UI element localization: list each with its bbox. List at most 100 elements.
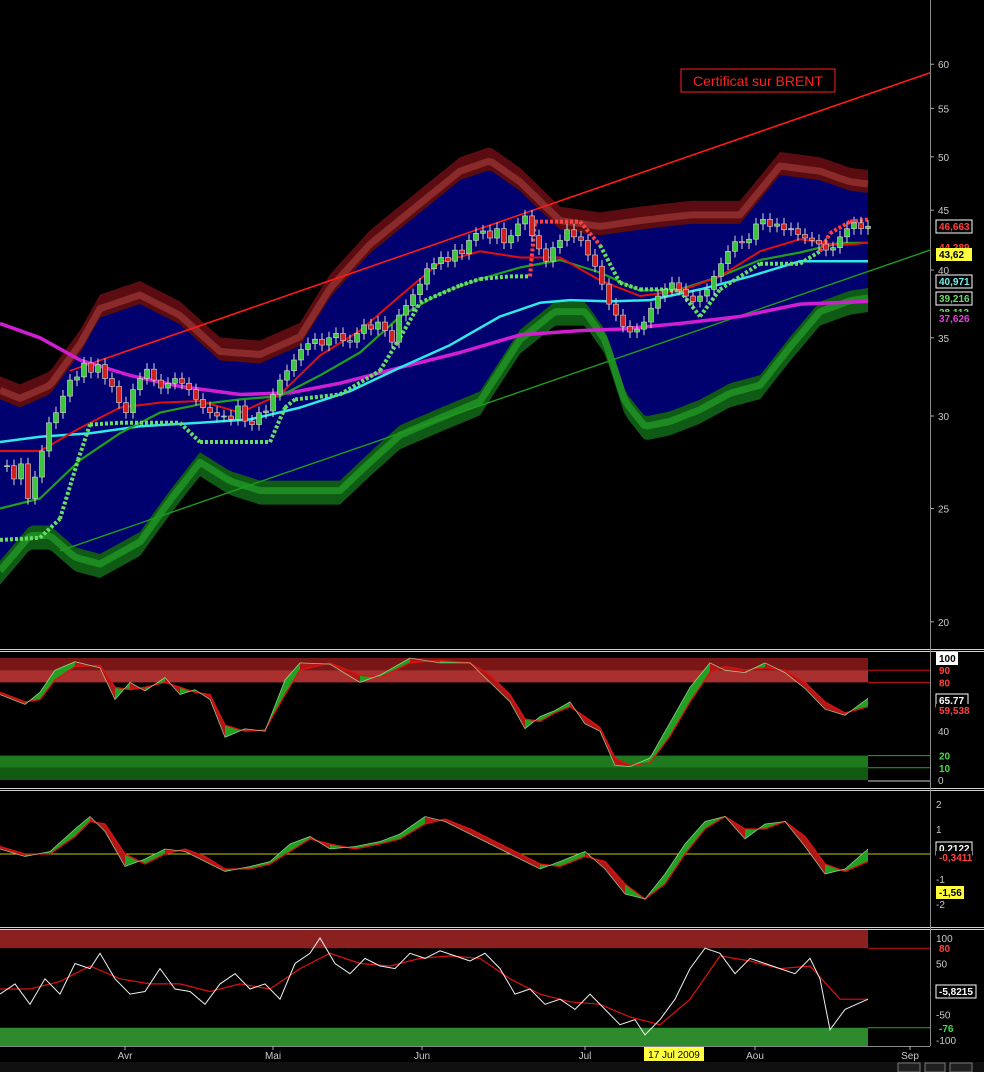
value-tag-label: 10: [939, 764, 951, 775]
candle-body: [179, 378, 185, 384]
candle-body: [522, 215, 528, 225]
x-tick-label: Jun: [414, 1051, 430, 1062]
candle-body: [634, 328, 640, 333]
candle-body: [263, 410, 269, 413]
candle-body: [466, 240, 472, 255]
candle-body: [431, 263, 437, 270]
value-tag-label: 90: [939, 666, 951, 677]
candle-body: [669, 282, 675, 290]
candle-body: [718, 263, 724, 277]
oversold-zone: [0, 755, 868, 768]
candle-body: [298, 349, 304, 361]
candle-body: [620, 314, 626, 327]
candle-body: [592, 254, 598, 267]
candle-body: [214, 412, 220, 417]
candle-body: [11, 465, 17, 480]
candle-body: [137, 378, 143, 390]
candle-body: [746, 238, 752, 244]
value-tag-label: -5,8215: [939, 987, 973, 998]
candle-body: [109, 378, 115, 387]
candle-body: [564, 229, 570, 241]
candle-body: [571, 229, 577, 238]
candle-body: [865, 225, 871, 229]
candle-body: [46, 422, 52, 452]
value-tag-label: 37,626: [939, 314, 970, 325]
candle-body: [473, 232, 479, 241]
value-tag-label: 100: [939, 654, 956, 665]
candle-body: [648, 307, 654, 323]
candle-body: [249, 420, 255, 425]
scroll-button[interactable]: [897, 1062, 921, 1072]
value-tag-label: -76: [939, 1024, 954, 1035]
candle-body: [74, 376, 80, 381]
candle-body: [711, 276, 717, 290]
candle-body: [809, 237, 815, 241]
candle-body: [193, 389, 199, 400]
annotation-box[interactable]: Certificat sur BRENT: [680, 68, 836, 93]
candle-body: [312, 338, 318, 344]
candle-body: [347, 340, 353, 343]
y-tick-label: 35: [938, 334, 950, 345]
scroll-button[interactable]: [949, 1062, 973, 1072]
candle-body: [725, 251, 731, 264]
candle-body: [305, 343, 311, 350]
y-tick-label: 30: [938, 412, 950, 423]
candle-body: [39, 450, 45, 478]
candle-body: [368, 324, 374, 330]
candle-body: [655, 295, 661, 309]
candle-body: [200, 399, 206, 408]
candle-body: [151, 368, 157, 381]
scrollbar[interactable]: [0, 1062, 984, 1072]
candle-body: [844, 228, 850, 238]
y-tick-label: 0: [938, 776, 944, 787]
candle-body: [697, 295, 703, 302]
candle-body: [816, 240, 822, 245]
candle-body: [291, 359, 297, 372]
candle-body: [382, 321, 388, 331]
candle-body: [389, 330, 395, 343]
overbought-zone: [0, 930, 868, 949]
candle-body: [25, 463, 31, 499]
x-tick-label: Aou: [746, 1051, 764, 1062]
candle-body: [326, 337, 332, 346]
candle-body: [781, 223, 787, 231]
trading-chart[interactable]: Certificat sur BRENT 2025303540455055607…: [0, 0, 984, 1072]
y-tick-label: 60: [938, 60, 950, 71]
candle-body: [417, 283, 423, 295]
candle-body: [102, 364, 108, 379]
candle-body: [410, 294, 416, 306]
candle-body: [165, 382, 171, 389]
candle-body: [641, 321, 647, 330]
candle-body: [627, 325, 633, 333]
candle-body: [60, 395, 66, 413]
candle-body: [354, 333, 360, 343]
candle-body: [130, 389, 136, 413]
x-tick-label: Avr: [118, 1051, 133, 1062]
candle-body: [88, 362, 94, 373]
candle-body: [340, 333, 346, 341]
candle-body: [774, 223, 780, 227]
date-marker: 17 Jul 2009: [644, 1047, 704, 1061]
candle-body: [67, 379, 73, 397]
candle-body: [480, 230, 486, 234]
candle-body: [515, 223, 521, 236]
annotation-text: Certificat sur BRENT: [693, 73, 823, 89]
y-tick-label: 1: [936, 825, 942, 836]
candle-body: [207, 407, 213, 413]
y-tick-label: 20: [938, 618, 950, 629]
y-tick-label: 45: [938, 206, 950, 217]
candle-body: [683, 289, 689, 297]
candle-body: [802, 234, 808, 239]
x-tick-label: Jul: [579, 1051, 592, 1062]
candle-body: [319, 338, 325, 346]
candle-body: [606, 283, 612, 305]
candle-body: [753, 223, 759, 240]
scroll-button[interactable]: [924, 1062, 946, 1072]
y-tick-label: -100: [936, 1036, 956, 1047]
oversold-zone-edge: [0, 767, 868, 780]
candle-body: [795, 228, 801, 235]
value-tag-label: -0,3411: [939, 853, 973, 864]
candle-body: [487, 230, 493, 239]
value-tag-label: 40,971: [939, 277, 970, 288]
candle-body: [221, 415, 227, 418]
